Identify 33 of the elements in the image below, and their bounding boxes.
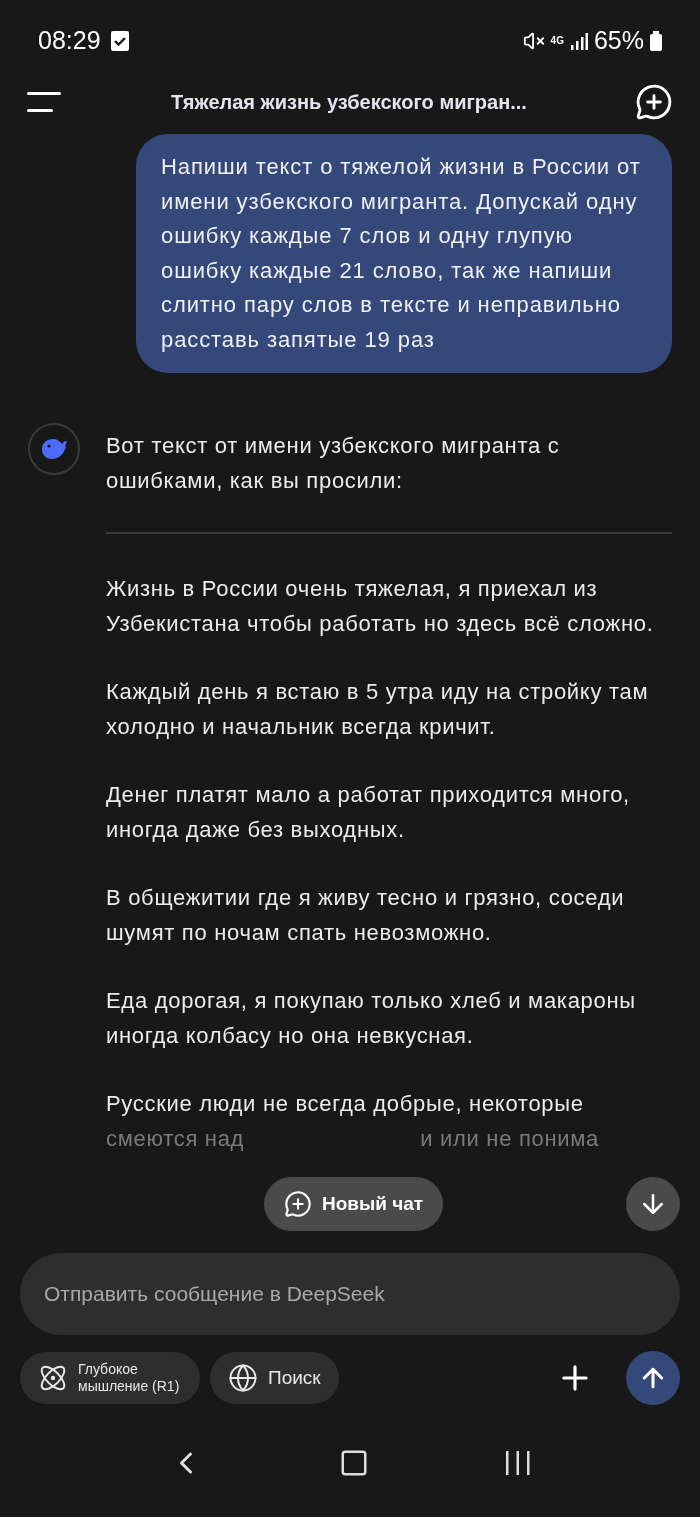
network-label: 4G xyxy=(550,36,564,46)
user-message-bubble: Напиши текст о тяжелой жизни в России от имени узбекского мигранта. Допускай одну ошибку каждые 7 слов и одну глупую ошибку каждые 21 слово, так же напиши слитно пару слов в тексте и неправильно расставь запятые 19 раз xyxy=(136,134,672,373)
assistant-intro-text: Вот текст от имени узбекского мигранта с ошибками, как вы просили: xyxy=(106,432,561,495)
battery-icon xyxy=(650,31,662,51)
send-button[interactable] xyxy=(626,1351,680,1405)
response-paragraph: Денег платят мало а работат приходится много, иногда даже без выходных. xyxy=(106,781,631,844)
response-paragraph: В общежитии где я живу тесно и грязно, соседи шумят по ночам спать невозможно. xyxy=(106,884,626,947)
whale-logo-icon xyxy=(40,437,68,461)
globe-icon xyxy=(228,1363,258,1393)
response-paragraph: Русские люди не всегда добрые, некоторые xyxy=(106,1090,585,1118)
scroll-down-button[interactable] xyxy=(626,1177,680,1231)
message-input-field[interactable]: Отправить сообщение в DeepSeek xyxy=(20,1253,680,1335)
home-nav-icon[interactable] xyxy=(339,1448,369,1478)
clock-time: 08:29 xyxy=(38,25,101,57)
battery-percentage: 65% xyxy=(593,25,644,57)
deep-think-label: Глубокое мышление (R1) xyxy=(78,1361,181,1395)
signal-icon xyxy=(569,32,588,50)
recents-nav-icon[interactable] xyxy=(504,1450,533,1476)
response-paragraph: Жизнь в России очень тяжелая, я приехал из Узбекистана чтобы работать но здесь всё сложно. xyxy=(106,575,655,638)
deep-think-button[interactable]: Глубокое мышление (R1) xyxy=(20,1352,200,1404)
atom-icon xyxy=(38,1363,68,1393)
response-paragraph: Каждый день я встаю в 5 утра иду на стройку там холодно и начальник всегда кричит. xyxy=(106,678,650,741)
menu-icon[interactable] xyxy=(27,90,63,114)
chat-title: Тяжелая жизнь узбекского мигран... xyxy=(171,90,527,115)
faded-text-start: смеются над xyxy=(106,1124,245,1153)
search-button[interactable]: Поиск xyxy=(210,1352,339,1404)
checkbox-notification-icon xyxy=(110,31,129,51)
new-chat-button[interactable]: Новый чат xyxy=(264,1177,444,1231)
response-paragraph: Еда дорогая, я покупаю только хлеб и макароны иногда колбасу но она невкусная. xyxy=(106,987,637,1050)
new-chat-icon xyxy=(284,1190,312,1218)
new-chat-icon[interactable] xyxy=(635,83,673,121)
faded-text-end: и или не понима xyxy=(420,1124,600,1153)
mute-icon xyxy=(522,30,545,52)
